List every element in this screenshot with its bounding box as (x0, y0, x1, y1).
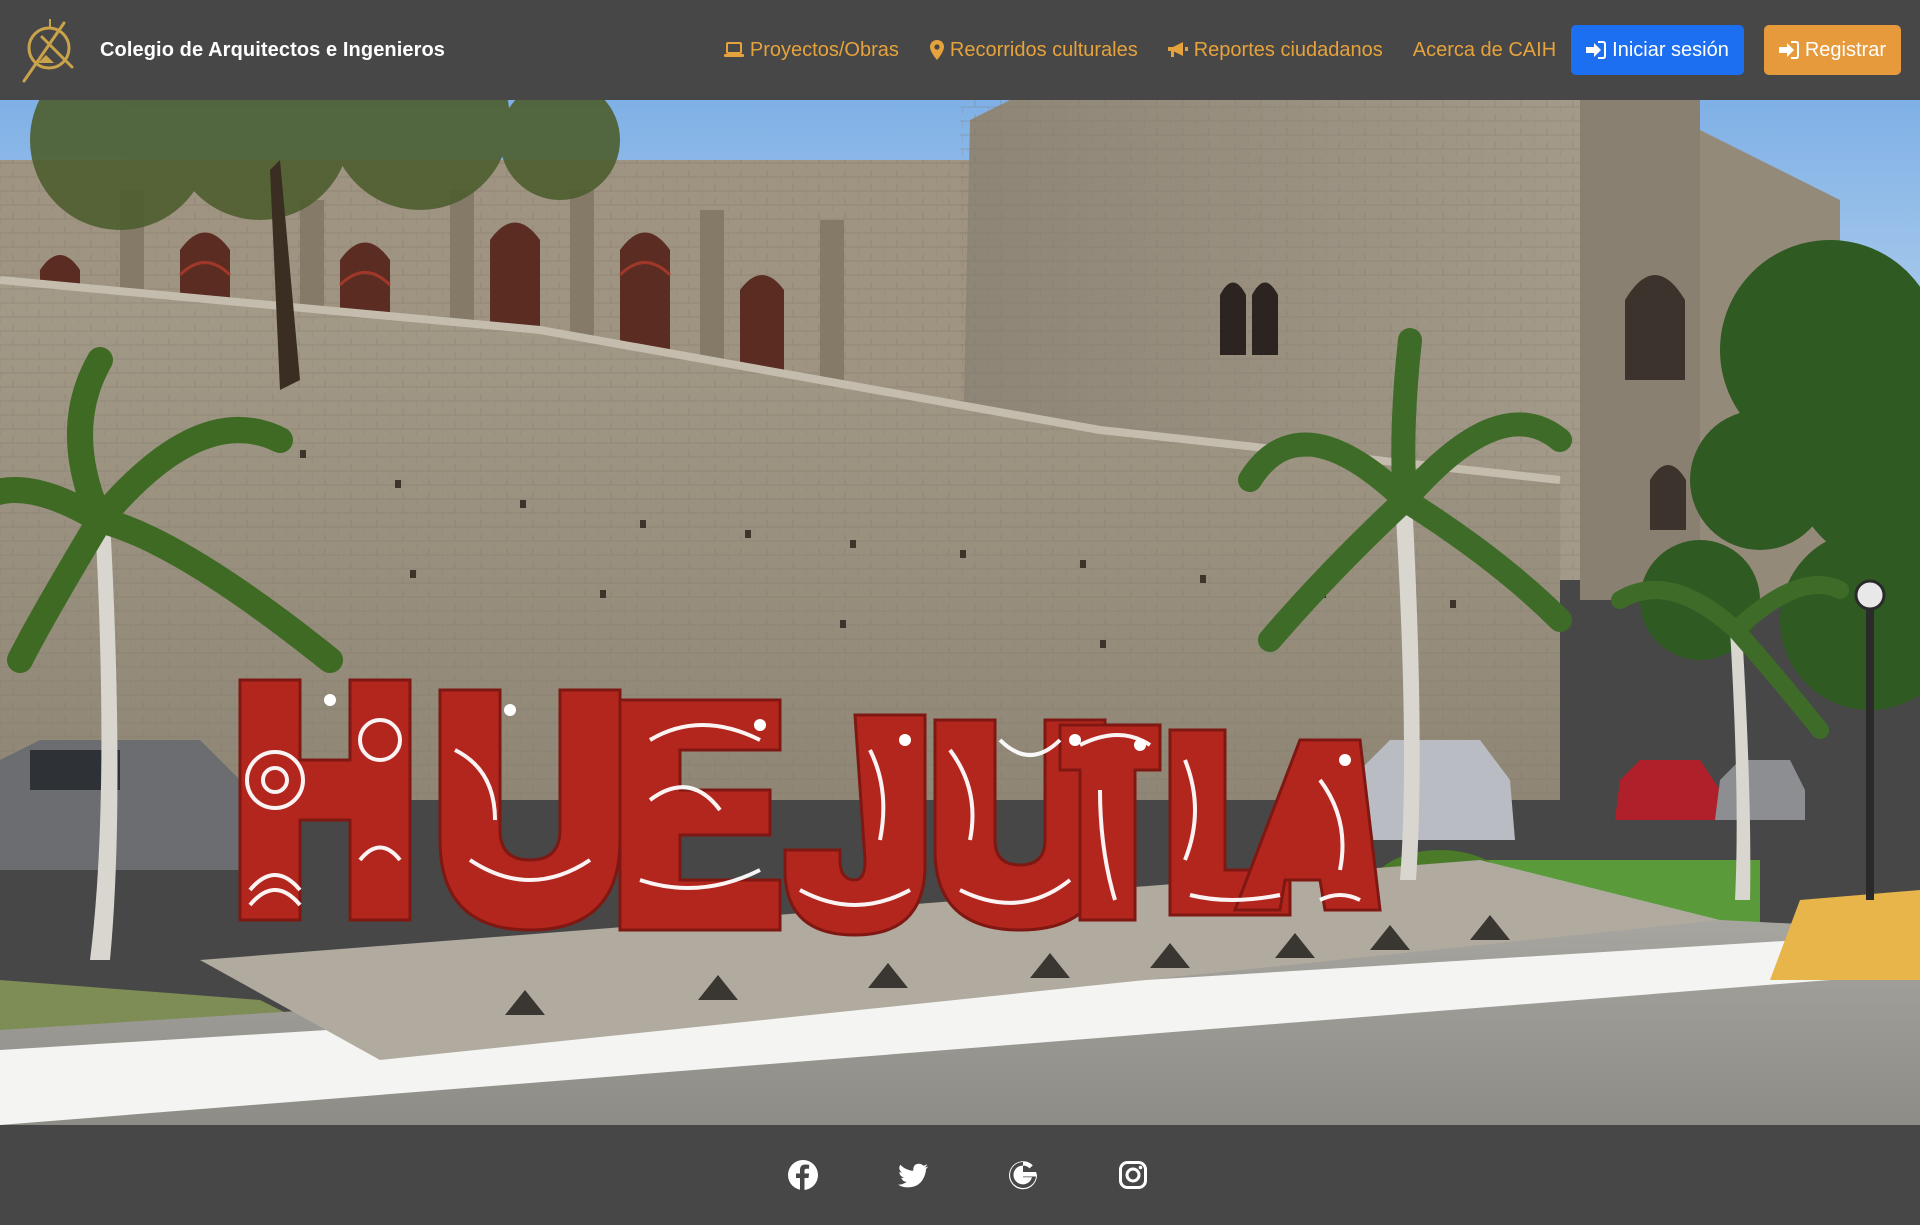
twitter-icon[interactable] (897, 1159, 929, 1191)
register-button[interactable]: Registrar (1763, 25, 1901, 75)
nav-about-label: Acerca de CAIH (1412, 38, 1557, 61)
map-marker-icon (929, 40, 944, 60)
sign-in-icon (1586, 41, 1607, 59)
facebook-icon[interactable] (787, 1159, 819, 1191)
nav-links: Proyectos/Obras Recorridos culturales Re… (723, 0, 1901, 100)
nav-projects-link[interactable]: Proyectos/Obras (723, 38, 899, 62)
nav-about-link[interactable]: Acerca de CAIH (1413, 39, 1556, 62)
social-links (748, 1159, 1188, 1191)
hero-image (0, 100, 1920, 1125)
compass-logo-icon (22, 19, 74, 83)
login-label: Iniciar sesión (1612, 38, 1729, 61)
register-label: Registrar (1804, 38, 1886, 61)
nav-projects-label: Proyectos/Obras (749, 38, 899, 61)
nav-tours-link[interactable]: Recorridos culturales (929, 38, 1138, 62)
login-button[interactable]: Iniciar sesión (1571, 25, 1744, 75)
sign-in-icon (1778, 41, 1799, 59)
hero-photo (0, 100, 1920, 1125)
top-navbar: Colegio de Arquitectos e Ingenieros Proy… (0, 0, 1920, 100)
megaphone-icon (1167, 42, 1188, 58)
brand-name: Colegio de Arquitectos e Ingenieros (100, 38, 446, 61)
brand[interactable]: Colegio de Arquitectos e Ingenieros (20, 0, 445, 100)
instagram-icon[interactable] (1117, 1159, 1149, 1191)
nav-reports-label: Reportes ciudadanos (1193, 38, 1383, 61)
nav-tours-label: Recorridos culturales (949, 38, 1138, 61)
footer (0, 1125, 1920, 1225)
laptop-icon (723, 42, 744, 58)
google-icon[interactable] (1007, 1159, 1039, 1191)
nav-reports-link[interactable]: Reportes ciudadanos (1167, 38, 1383, 62)
